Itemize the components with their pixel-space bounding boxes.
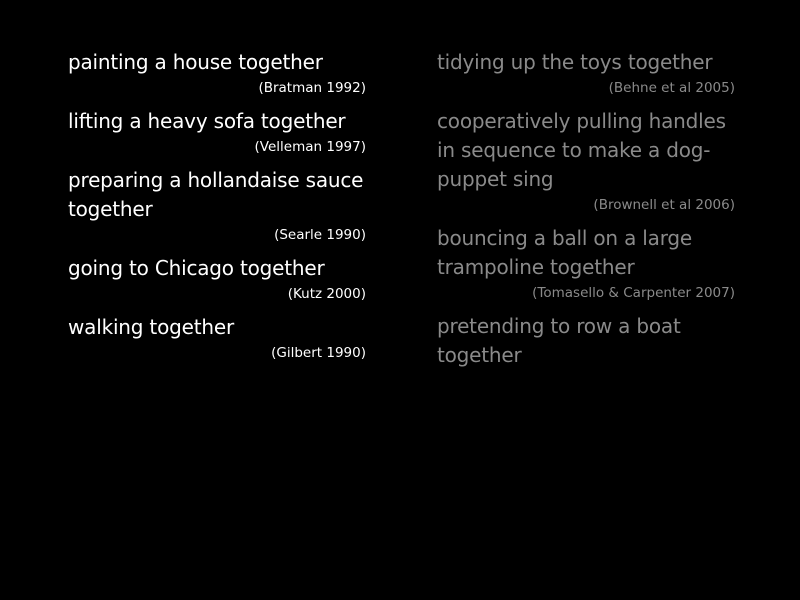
example-activity: going to Chicago together	[68, 256, 325, 280]
example-citation: (Kutz 2000)	[287, 286, 366, 302]
example-entry: pretending to row a boat together	[437, 312, 735, 370]
example-entry: painting a house together (Bratman 1992)	[68, 48, 366, 99]
example-citation: (Behne et al 2005)	[608, 80, 735, 96]
example-activity: lifting a heavy sofa together	[68, 109, 346, 133]
example-activity: pretending to row a boat together	[437, 314, 681, 367]
example-entry: preparing a hollandaise sauce together (…	[68, 166, 366, 246]
example-entry: lifting a heavy sofa together (Velleman …	[68, 107, 366, 158]
example-citation: (Bratman 1992)	[258, 80, 366, 96]
example-entry: going to Chicago together (Kutz 2000)	[68, 254, 366, 305]
philosophy-examples-column: painting a house together (Bratman 1992)…	[68, 48, 366, 372]
example-activity: painting a house together	[68, 50, 323, 74]
example-citation: (Brownell et al 2006)	[593, 197, 735, 213]
example-entry: tidying up the toys together (Behne et a…	[437, 48, 735, 99]
developmental-examples-column: tidying up the toys together (Behne et a…	[437, 48, 735, 378]
example-activity: walking together	[68, 315, 234, 339]
example-citation: (Searle 1990)	[274, 227, 366, 243]
example-citation: (Gilbert 1990)	[271, 345, 366, 361]
example-citation: (Tomasello & Carpenter 2007)	[532, 285, 735, 301]
example-citation: (Velleman 1997)	[254, 139, 366, 155]
example-activity: bouncing a ball on a large trampoline to…	[437, 226, 692, 279]
example-activity: tidying up the toys together	[437, 50, 713, 74]
example-activity: preparing a hollandaise sauce together	[68, 168, 364, 221]
example-activity: cooperatively pulling handles in sequenc…	[437, 109, 726, 191]
example-entry: cooperatively pulling handles in sequenc…	[437, 107, 735, 216]
example-entry: bouncing a ball on a large trampoline to…	[437, 224, 735, 304]
example-entry: walking together (Gilbert 1990)	[68, 313, 366, 364]
